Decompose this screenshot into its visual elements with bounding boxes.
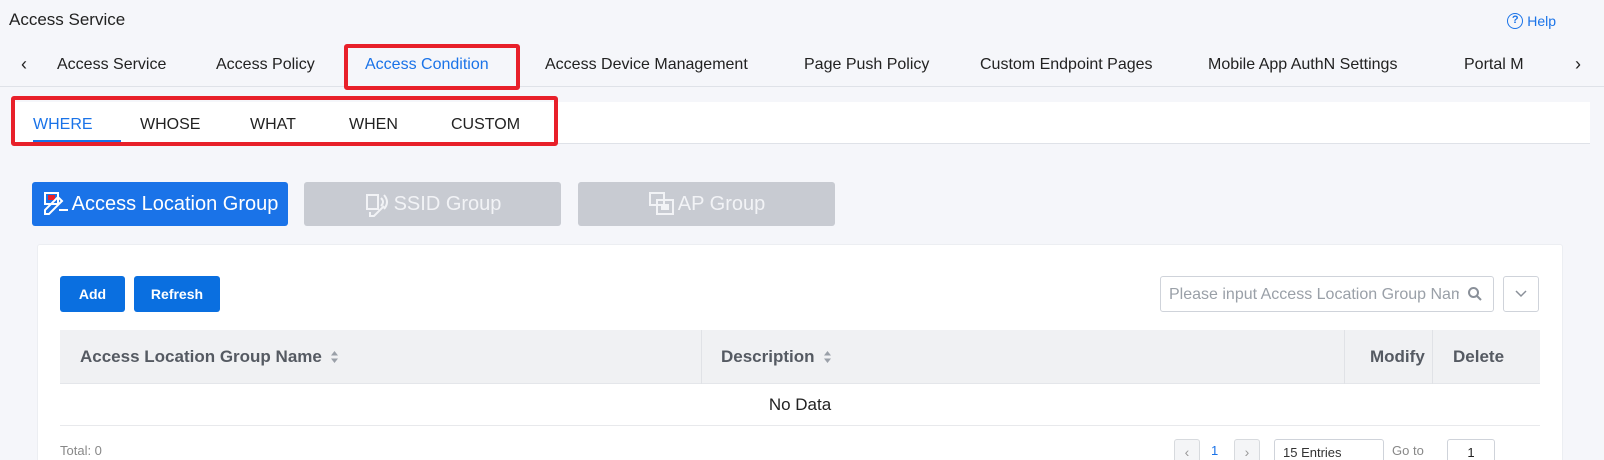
add-button[interactable]: Add bbox=[60, 276, 125, 312]
access-location-group-button[interactable]: Access Location Group bbox=[32, 182, 288, 226]
subtab-where[interactable]: WHERE bbox=[33, 116, 93, 134]
page-size-select[interactable]: 15 Entries bbox=[1274, 439, 1384, 460]
search-box bbox=[1160, 276, 1494, 312]
current-page-number[interactable]: 1 bbox=[1211, 443, 1218, 458]
column-header-description[interactable]: Description bbox=[721, 330, 832, 384]
main-tab-bar: ‹ Access Service Access Policy Access Co… bbox=[0, 46, 1604, 87]
subtab-whose[interactable]: WHOSE bbox=[140, 116, 200, 134]
next-page-button[interactable]: › bbox=[1234, 439, 1260, 460]
help-icon: ? bbox=[1507, 13, 1524, 29]
tab-mobile-app-authn-settings[interactable]: Mobile App AuthN Settings bbox=[1208, 56, 1397, 74]
subtab-when[interactable]: WHEN bbox=[349, 116, 398, 134]
column-divider bbox=[701, 330, 702, 384]
tab-custom-endpoint-pages[interactable]: Custom Endpoint Pages bbox=[980, 56, 1153, 74]
ssid-icon bbox=[365, 194, 388, 217]
access-location-group-label: Access Location Group bbox=[71, 192, 279, 215]
ap-group-icon bbox=[648, 192, 674, 215]
tab-scroll-left-icon[interactable]: ‹ bbox=[14, 54, 34, 74]
column-header-modify: Modify bbox=[1370, 347, 1425, 366]
tab-access-service[interactable]: Access Service bbox=[57, 56, 166, 74]
refresh-button[interactable]: Refresh bbox=[134, 276, 220, 312]
page-title: Access Service bbox=[9, 10, 126, 29]
ap-group-button[interactable]: AP Group bbox=[578, 182, 835, 226]
sort-icon[interactable] bbox=[823, 350, 832, 364]
ssid-group-label: SSID Group bbox=[393, 192, 502, 215]
tab-portal[interactable]: Portal M bbox=[1464, 56, 1524, 74]
prev-page-button[interactable]: ‹ bbox=[1174, 439, 1200, 460]
search-icon[interactable] bbox=[1467, 286, 1483, 302]
subtab-custom[interactable]: CUSTOM bbox=[451, 116, 520, 134]
column-header-name[interactable]: Access Location Group Name bbox=[80, 330, 339, 384]
tab-access-policy[interactable]: Access Policy bbox=[216, 56, 315, 74]
tab-viewport: Access Service Access Policy Access Cond… bbox=[40, 46, 1555, 87]
access-location-group-table: Access Location Group Name Description M… bbox=[60, 330, 1540, 426]
goto-label: Go to bbox=[1392, 443, 1424, 458]
help-label: Help bbox=[1527, 13, 1556, 29]
column-divider bbox=[1344, 330, 1345, 384]
ssid-group-button[interactable]: SSID Group bbox=[304, 182, 561, 226]
tab-page-push-policy[interactable]: Page Push Policy bbox=[804, 56, 929, 74]
active-subtab-indicator bbox=[33, 140, 121, 142]
chevron-down-icon bbox=[1515, 290, 1527, 298]
no-data-text: No Data bbox=[768, 395, 832, 414]
tab-access-device-management[interactable]: Access Device Management bbox=[545, 56, 748, 74]
location-edit-icon bbox=[43, 192, 68, 215]
tab-scroll-right-icon[interactable]: › bbox=[1568, 54, 1588, 74]
subtab-what[interactable]: WHAT bbox=[250, 116, 296, 134]
content-panel: Add Refresh Access Location Group Name D… bbox=[37, 244, 1563, 460]
goto-page-input[interactable]: 1 bbox=[1447, 439, 1495, 460]
column-divider bbox=[1432, 330, 1433, 384]
column-label-name: Access Location Group Name bbox=[80, 347, 322, 366]
ap-group-label: AP Group bbox=[677, 192, 766, 215]
table-header: Access Location Group Name Description M… bbox=[60, 330, 1540, 384]
help-link[interactable]: ? Help bbox=[1507, 13, 1556, 29]
total-count: Total: 0 bbox=[60, 443, 102, 458]
table-empty-row: No Data bbox=[60, 384, 1540, 426]
tab-access-condition[interactable]: Access Condition bbox=[365, 56, 489, 74]
column-header-delete: Delete bbox=[1453, 347, 1505, 366]
sort-icon[interactable] bbox=[330, 350, 339, 364]
advanced-search-toggle[interactable] bbox=[1503, 276, 1539, 312]
column-label-description: Description bbox=[721, 347, 815, 366]
search-input[interactable] bbox=[1169, 284, 1459, 306]
condition-subtab-bar: WHERE WHOSE WHAT WHEN CUSTOM bbox=[14, 102, 1590, 144]
